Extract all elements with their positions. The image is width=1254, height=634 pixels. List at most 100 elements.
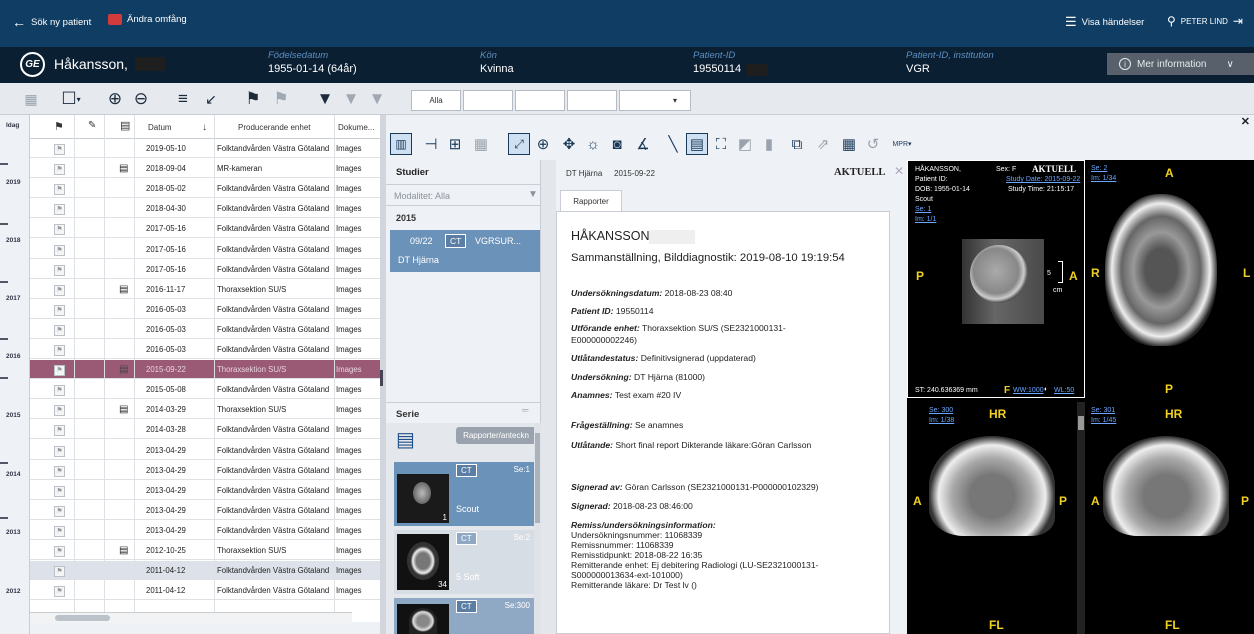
row-flag-icon[interactable]: ⚑ bbox=[54, 360, 68, 379]
series-item[interactable]: CT Se:300 bbox=[394, 598, 534, 634]
row-document-icon[interactable]: ▤ bbox=[119, 400, 128, 419]
serie-scrollbar[interactable] bbox=[534, 423, 541, 634]
table-row[interactable]: ⚑ 2016-05-03 Folktandvården Västra Götalan… bbox=[30, 300, 380, 319]
table-row[interactable]: ⚑ ▤ 2012-10-25 Thoraxsektion SU/S Images bbox=[30, 541, 380, 560]
table-row[interactable]: ⚑ ▤ 2014-03-29 Thoraxsektion SU/S Images bbox=[30, 400, 380, 420]
column-divider[interactable] bbox=[74, 115, 75, 622]
copy-image-icon[interactable]: ⧉ bbox=[786, 133, 808, 155]
export-icon[interactable]: ⇗ bbox=[812, 133, 834, 155]
filter-field-2[interactable] bbox=[515, 90, 565, 111]
user-menu[interactable]: ⚲ PETER LIND ⇥ bbox=[1167, 14, 1243, 28]
date-column-header[interactable]: Datum bbox=[148, 123, 172, 132]
row-flag-icon[interactable]: ⚑ bbox=[54, 139, 68, 158]
table-row[interactable]: ⚑ ▤ 2015-09-22 Thoraxsektion SU/S Images bbox=[30, 360, 380, 380]
row-document-icon[interactable]: ▤ bbox=[119, 280, 128, 299]
tab-reports[interactable]: Rapporter bbox=[560, 190, 622, 212]
pan-tool-icon[interactable]: ✥ bbox=[558, 133, 580, 155]
table-row[interactable]: ⚑ ▤ 2018-09-04 MR-kameran Images bbox=[30, 159, 380, 179]
window-level-icon[interactable]: ☼ bbox=[582, 133, 604, 155]
row-flag-icon[interactable]: ⚑ bbox=[54, 320, 68, 339]
row-flag-icon[interactable]: ⚑ bbox=[54, 380, 68, 399]
overlay-series-number[interactable]: Se: 300 bbox=[929, 407, 953, 414]
horizontal-scrollbar[interactable] bbox=[30, 612, 352, 623]
study-item[interactable]: 09/22 CT VGRSUR... DT Hjärna bbox=[390, 230, 540, 272]
column-divider[interactable] bbox=[134, 115, 135, 622]
row-flag-icon[interactable]: ⚑ bbox=[54, 199, 68, 218]
overlay-image-number[interactable]: Im: 1/1 bbox=[915, 216, 936, 223]
row-flag-icon[interactable]: ⚑ bbox=[54, 541, 68, 560]
close-report-icon[interactable]: ✕ bbox=[894, 164, 904, 178]
filter-dropdown[interactable]: ▾ bbox=[619, 90, 691, 111]
list-view-icon[interactable]: ≡ bbox=[172, 87, 194, 111]
table-row[interactable]: ⚑ 2016-05-03 Folktandvården Västra Götalan… bbox=[30, 320, 380, 339]
overlay-series-number[interactable]: Se: 1 bbox=[915, 206, 931, 213]
table-row[interactable]: ⚑ 2013-04-29 Folktandvården Västra Götalan… bbox=[30, 441, 380, 460]
table-row[interactable]: ⚑ 2011-04-12 Folktandvården Västra Götalan… bbox=[30, 581, 380, 601]
series-item[interactable]: 1 CT Se:1 Scout bbox=[394, 462, 534, 526]
calendar-tool-icon[interactable]: ▦ bbox=[838, 133, 860, 155]
overlay-study-date[interactable]: Study Date: 2015-09-22 bbox=[1006, 176, 1080, 183]
row-flag-icon[interactable]: ⚑ bbox=[54, 179, 68, 198]
fit-image-icon[interactable]: ⤢ bbox=[508, 133, 530, 155]
table-row[interactable]: ⚑ 2013-04-29 Folktandvården Västra Götalan… bbox=[30, 521, 380, 540]
zoom-in-icon[interactable]: ⊕ bbox=[104, 87, 126, 111]
change-scope-link[interactable]: Ändra omfång bbox=[108, 14, 187, 25]
scrollbar-thumb[interactable] bbox=[1078, 416, 1084, 430]
row-flag-icon[interactable]: ⚑ bbox=[54, 441, 68, 460]
overlay-series-number[interactable]: Se: 2 bbox=[1091, 165, 1107, 172]
filter-field-1[interactable] bbox=[463, 90, 513, 111]
scroll-stack-icon[interactable]: ▤ bbox=[686, 133, 708, 155]
table-row[interactable]: ⚑ 2011-04-12 Folktandvården Västra Götalan… bbox=[30, 561, 380, 581]
unit-column-header[interactable]: Producerande enhet bbox=[238, 123, 311, 132]
table-row[interactable]: ⚑ 2013-04-29 Folktandvården Västra Götalan… bbox=[30, 481, 380, 500]
overlay-image-number[interactable]: Im: 1/38 bbox=[929, 417, 954, 424]
row-flag-icon[interactable]: ⚑ bbox=[54, 340, 68, 359]
measure-line-icon[interactable]: ╲ bbox=[662, 133, 684, 155]
modality-filter[interactable]: Modalitet: Alla ▼ bbox=[386, 184, 541, 206]
splitter-handle[interactable] bbox=[380, 370, 383, 386]
flag-clear-icon[interactable]: ⚑ bbox=[270, 87, 292, 111]
close-viewer-icon[interactable]: ✕ bbox=[1241, 115, 1250, 128]
measure-angle-icon[interactable]: ∡ bbox=[632, 133, 654, 155]
row-document-icon[interactable]: ▤ bbox=[119, 159, 128, 178]
table-row[interactable]: ⚑ 2015-05-08 Folktandvården Västra Götalan… bbox=[30, 380, 380, 400]
viewport-sagittal-2[interactable]: Se: 301 Im: 1/45 HR A P FL bbox=[1085, 402, 1254, 634]
viewport-sagittal-1[interactable]: Se: 300 Im: 1/38 HR A P FL bbox=[907, 402, 1085, 634]
overlay-window-width[interactable]: WW:1000 bbox=[1013, 387, 1044, 394]
table-row[interactable]: ⚑ 2018-04-30 Folktandvården Västra Götalan… bbox=[30, 199, 380, 219]
row-flag-icon[interactable]: ⚑ bbox=[54, 260, 68, 279]
layout-1x1-grid-icon[interactable]: ▦ bbox=[470, 133, 492, 155]
viewport-scrollbar[interactable] bbox=[1077, 402, 1085, 634]
column-divider[interactable] bbox=[104, 115, 105, 622]
viewport-axial[interactable]: Se: 2 Im: 1/34 A R L P bbox=[1085, 160, 1254, 398]
overlay-window-level[interactable]: WL:50 bbox=[1054, 387, 1074, 394]
annotation-icon[interactable]: ◩ bbox=[734, 133, 756, 155]
studies-scrollbar[interactable] bbox=[541, 160, 556, 634]
invert-icon[interactable]: ◙ bbox=[606, 133, 628, 155]
reports-button[interactable]: Rapporter/anteckn bbox=[456, 427, 536, 444]
table-row[interactable]: ⚑ 2017-05-16 Folktandvården Västra Götalan… bbox=[30, 240, 380, 259]
table-row[interactable]: ⚑ 2013-04-29 Folktandvården Västra Götalan… bbox=[30, 461, 380, 480]
more-info-button[interactable]: i Mer information ∨ bbox=[1107, 53, 1254, 75]
flag-icon[interactable]: ⚑ bbox=[242, 87, 264, 111]
row-flag-icon[interactable]: ⚑ bbox=[54, 521, 68, 540]
viewport-scout[interactable]: HÅKANSSON, Sex: F AKTUELL Patient ID: St… bbox=[907, 160, 1085, 398]
overlay-series-number[interactable]: Se: 301 bbox=[1091, 407, 1115, 414]
row-flag-icon[interactable]: ⚑ bbox=[54, 561, 68, 580]
table-row[interactable]: ⚑ 2016-05-03 Folktandvården Västra Götalan… bbox=[30, 340, 380, 359]
localizer-icon[interactable]: ⛶ bbox=[710, 133, 732, 155]
table-row[interactable]: ⚑ 2017-05-16 Folktandvården Västra Götalan… bbox=[30, 219, 380, 239]
calendar-icon[interactable]: ▦ bbox=[20, 87, 42, 111]
timeline[interactable]: Idag 2019 2018 2017 2016 2015 2014 2013 … bbox=[0, 115, 30, 634]
layout-select-icon[interactable]: ☐ ▾ bbox=[56, 87, 86, 111]
table-row[interactable]: ⚑ 2018-05-02 Folktandvården Västra Götalan… bbox=[30, 179, 380, 199]
row-flag-icon[interactable]: ⚑ bbox=[54, 280, 68, 299]
zoom-out-icon[interactable]: ⊖ bbox=[130, 87, 152, 111]
row-flag-icon[interactable]: ⚑ bbox=[54, 240, 68, 259]
show-events-link[interactable]: ☰ Visa händelser bbox=[1065, 14, 1144, 30]
zoom-tool-icon[interactable]: ⊕ bbox=[532, 133, 554, 155]
doc-column-header[interactable]: Dokume... bbox=[338, 123, 374, 132]
table-row[interactable]: ⚑ ▤ 2016-11-17 Thoraxsektion SU/S Images bbox=[30, 280, 380, 299]
series-item[interactable]: 34 CT Se:2 5 Soft bbox=[394, 530, 534, 594]
filter-all-button[interactable]: Alla bbox=[411, 90, 461, 111]
